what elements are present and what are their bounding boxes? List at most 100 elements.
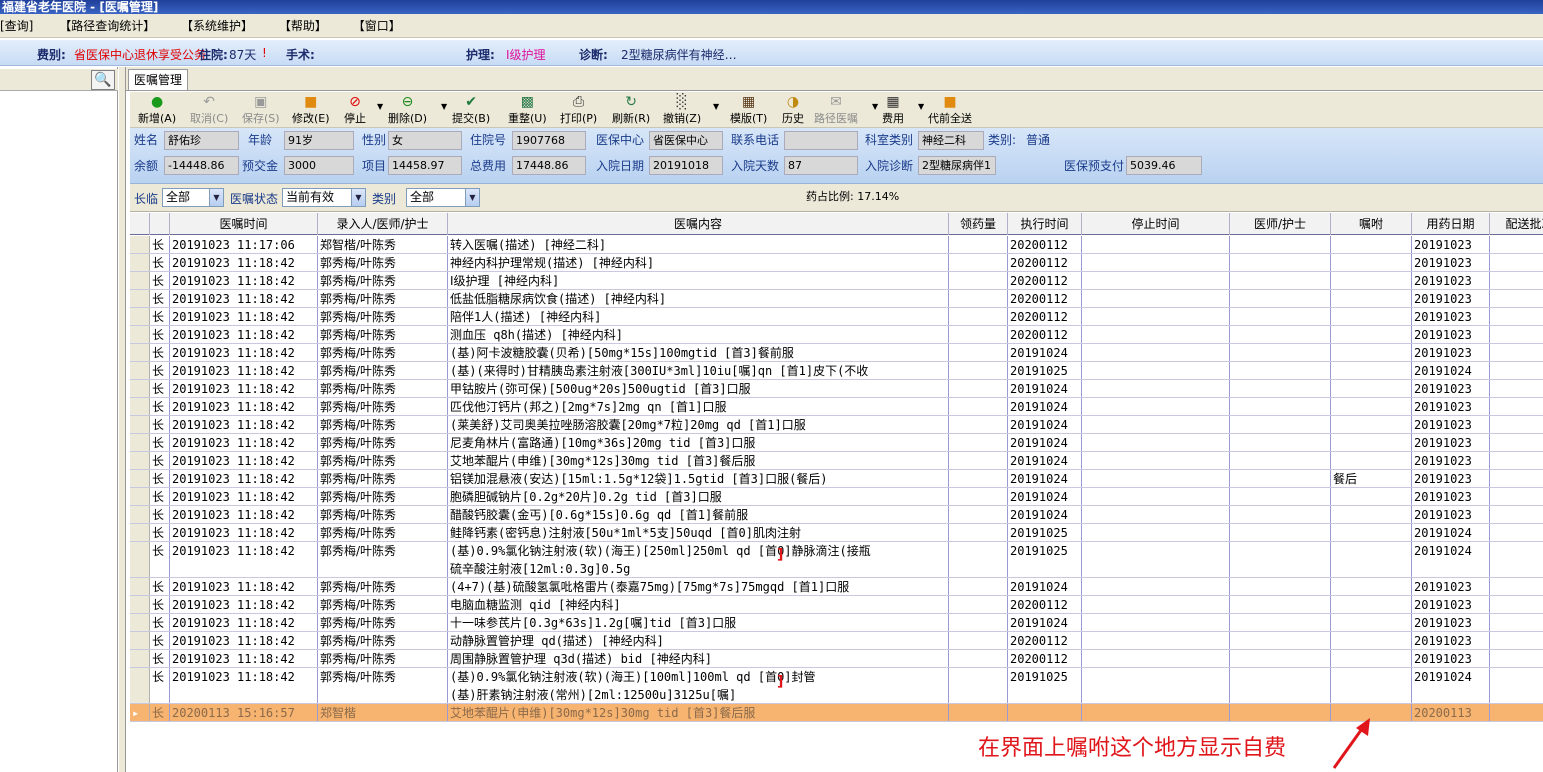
table-row[interactable]: 长 20191023 11:18:42 郭秀梅/叶陈秀 神经内科护理常规(描述) [神… <box>130 254 1543 272</box>
revoke-button[interactable]: ░ 撤销(Z) <box>663 94 701 125</box>
table-row[interactable]: 长 20191023 11:18:42 郭秀梅/叶陈秀 匹伐他汀钙片(邦之)[2mg*… <box>130 398 1543 416</box>
admit-date-label: 入院日期 <box>596 159 645 173</box>
table-row[interactable]: 长 20191023 11:18:42 郭秀梅/叶陈秀 电脑血糖监测 qid [神经内… <box>130 596 1543 614</box>
long-select[interactable]: 全部 ▼ <box>162 188 224 207</box>
send-all-button[interactable]: ■ 代前全送 <box>928 94 972 125</box>
fee-dropdown-icon[interactable]: ▼ <box>918 102 924 111</box>
delete-dropdown-icon[interactable]: ▼ <box>441 102 447 111</box>
cell-date: 20191023 <box>1412 452 1490 469</box>
panel-splitter[interactable] <box>118 67 126 772</box>
refresh-button[interactable]: ↻ 刷新(R) <box>612 94 650 125</box>
header-med-date[interactable]: 用药日期 <box>1412 213 1490 235</box>
history-button[interactable]: ◑ 历史 <box>782 94 804 125</box>
reorganize-button[interactable]: ▩ 重整(U) <box>508 94 547 125</box>
cell-who: 郭秀梅/叶陈秀 <box>318 416 448 433</box>
tab-order-management[interactable]: 医嘱管理 <box>128 69 189 90</box>
menu-help[interactable]: 【帮助】 <box>279 14 327 38</box>
cell-batch <box>1490 524 1543 541</box>
cell-ind <box>130 290 150 307</box>
cell-stop <box>1082 290 1230 307</box>
print-button[interactable]: ⎙ 打印(P) <box>560 94 597 125</box>
table-row[interactable]: 长 20191023 11:18:42 郭秀梅/叶陈秀 低盐低脂糖尿病饮食(描述) [… <box>130 290 1543 308</box>
table-row[interactable]: 长 20191023 11:18:42 郭秀梅/叶陈秀 (基)阿卡波糖胶囊(贝希)[5… <box>130 344 1543 362</box>
table-row[interactable]: 长 20191023 11:18:42 郭秀梅/叶陈秀 (基)0.9%氯化钠注射液(软… <box>130 542 1543 578</box>
menu-window[interactable]: 【窗口】 <box>353 14 401 38</box>
menu-query[interactable]: [查询] <box>0 14 33 38</box>
path-dropdown-icon[interactable]: ▼ <box>872 102 878 111</box>
header-quantity[interactable]: 领药量 <box>949 213 1008 235</box>
delete-button[interactable]: ⊖ 删除(D) <box>388 94 427 125</box>
cell-stop <box>1082 308 1230 325</box>
category-value: 普通 <box>1026 133 1051 147</box>
table-row[interactable]: 长 20191023 11:18:42 郭秀梅/叶陈秀 测血压 q8h(描述) [神经… <box>130 326 1543 344</box>
table-row[interactable]: 长 20191023 11:18:42 郭秀梅/叶陈秀 鲑降钙素(密钙息)注射液[50… <box>130 524 1543 542</box>
table-row[interactable]: 长 20191023 11:18:42 郭秀梅/叶陈秀 Ⅰ级护理 [神经内科] 2020… <box>130 272 1543 290</box>
stay-label: 住院: <box>199 48 228 62</box>
table-row[interactable]: 长 20191023 11:18:42 郭秀梅/叶陈秀 (莱美舒)艾司奥美拉唑肠溶胶囊… <box>130 416 1543 434</box>
table-row[interactable]: 长 20191023 11:18:42 郭秀梅/叶陈秀 胞磷胆碱钠片[0.2g*20片… <box>130 488 1543 506</box>
table-row[interactable]: 长 20191023 11:18:42 郭秀梅/叶陈秀 动静脉置管护理 qd(描述) … <box>130 632 1543 650</box>
header-recorder[interactable]: 录入人/医师/护士 <box>318 213 448 235</box>
cell-who: 郭秀梅/叶陈秀 <box>318 254 448 271</box>
cancel-button[interactable]: ↶ 取消(C) <box>190 94 228 125</box>
order-content-line: (莱美舒)艾司奥美拉唑肠溶胶囊[20mg*7粒]20mg qd [首1]口服 <box>450 418 806 432</box>
cell-exec: 20191025 <box>1008 542 1082 577</box>
cell-who: 郭秀梅/叶陈秀 <box>318 596 448 613</box>
cell-content: 十一味参芪片[0.3g*63s]1.2g[嘱]tid [首3]口服 <box>448 614 949 631</box>
new-button[interactable]: ● 新增(A) <box>138 94 176 125</box>
table-row[interactable]: 长 20191023 11:18:42 郭秀梅/叶陈秀 甲钴胺片(弥可保)[500ug… <box>130 380 1543 398</box>
cell-qty <box>949 362 1008 379</box>
cell-note <box>1331 668 1412 703</box>
inpatient-no-field: 1907768 <box>512 131 586 150</box>
cell-batch <box>1490 272 1543 289</box>
print-icon: ⎙ <box>573 94 585 110</box>
template-button[interactable]: ▦ 模版(T) <box>730 94 767 125</box>
search-icon[interactable]: 🔍 <box>91 70 115 90</box>
table-row[interactable]: 长 20191023 11:18:42 郭秀梅/叶陈秀 周围静脉置管护理 q3d(描述… <box>130 650 1543 668</box>
save-button[interactable]: ▣ 保存(S) <box>242 94 280 125</box>
table-row[interactable]: 长 20191023 11:18:42 郭秀梅/叶陈秀 (基)0.9%氯化钠注射液(软… <box>130 668 1543 704</box>
header-stop-time[interactable]: 停止时间 <box>1082 213 1230 235</box>
table-row[interactable]: 长 20191023 11:17:06 郑智楷/叶陈秀 转入医嘱(描述) [神经二科]… <box>130 236 1543 254</box>
header-order-time[interactable]: 医嘱时间 <box>170 213 318 235</box>
cell-date: 20191023 <box>1412 578 1490 595</box>
menu-path-stats[interactable]: 【路径查询统计】 <box>59 14 155 38</box>
cell-t: 长 <box>150 524 170 541</box>
header-instruction[interactable]: 嘱咐 <box>1331 213 1412 235</box>
table-row[interactable]: 长 20191023 11:18:42 郭秀梅/叶陈秀 醋酸钙胶囊(金丐)[0.6g*… <box>130 506 1543 524</box>
cell-qty <box>949 542 1008 577</box>
days-label: 入院天数 <box>731 159 780 173</box>
submit-button[interactable]: ✔ 提交(B) <box>452 94 490 125</box>
table-row[interactable]: 长 20191023 11:18:42 郭秀梅/叶陈秀 (基)(来得时)甘精胰岛素注射… <box>130 362 1543 380</box>
stop-dropdown-icon[interactable]: ▼ <box>377 102 383 111</box>
table-row[interactable]: 长 20191023 11:18:42 郭秀梅/叶陈秀 陪伴1人(描述) [神经内科]… <box>130 308 1543 326</box>
table-row[interactable]: 长 20191023 11:18:42 郭秀梅/叶陈秀 (4+7)(基)硫酸氢氯吡格雷… <box>130 578 1543 596</box>
stop-button[interactable]: ⊘ 停止 <box>344 94 366 125</box>
delete-icon: ⊖ <box>401 94 414 110</box>
edit-button[interactable]: ■ 修改(E) <box>292 94 330 125</box>
cell-t: 长 <box>150 632 170 649</box>
cell-who: 郭秀梅/叶陈秀 <box>318 542 448 577</box>
revoke-dropdown-icon[interactable]: ▼ <box>713 102 719 111</box>
table-row[interactable]: 长 20191023 11:18:42 郭秀梅/叶陈秀 十一味参芪片[0.3g*63s… <box>130 614 1543 632</box>
fee-button[interactable]: ▦ 费用 <box>882 94 904 125</box>
header-content[interactable]: 医嘱内容 <box>448 213 949 235</box>
cell-exec: 20191024 <box>1008 398 1082 415</box>
status-select[interactable]: 当前有效 ▼ <box>282 188 366 207</box>
cell-note <box>1331 596 1412 613</box>
table-row[interactable]: 长 20191023 11:18:42 郭秀梅/叶陈秀 艾地苯醌片(申维)[30mg*… <box>130 452 1543 470</box>
type-select[interactable]: 全部 ▼ <box>406 188 480 207</box>
header-exec-time[interactable]: 执行时间 <box>1008 213 1082 235</box>
menu-system[interactable]: 【系统维护】 <box>181 14 253 38</box>
table-row[interactable]: 长 20191023 11:18:42 郭秀梅/叶陈秀 尼麦角林片(富路通)[10mg… <box>130 434 1543 452</box>
header-doctor-nurse[interactable]: 医师/护士 <box>1230 213 1331 235</box>
cell-exec: 20200112 <box>1008 308 1082 325</box>
order-content-line: 醋酸钙胶囊(金丐)[0.6g*15s]0.6g qd [首1]餐前服 <box>450 508 749 522</box>
path-order-button[interactable]: ✉ 路径医嘱 <box>814 94 858 125</box>
cell-note <box>1331 614 1412 631</box>
left-search-bar: 🔍 <box>0 69 118 91</box>
table-row[interactable]: 长 20191023 11:18:42 郭秀梅/叶陈秀 铝镁加混悬液(安达)[15ml… <box>130 470 1543 488</box>
header-batch[interactable]: 配送批次 <box>1490 213 1543 235</box>
nursing-value: Ⅰ级护理 <box>506 48 546 62</box>
cell-who: 郭秀梅/叶陈秀 <box>318 452 448 469</box>
